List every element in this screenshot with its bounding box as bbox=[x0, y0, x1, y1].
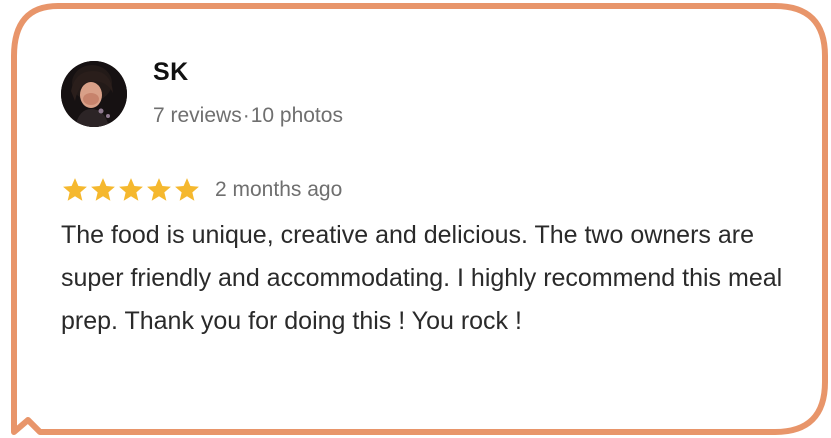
star-icon bbox=[147, 178, 171, 201]
review-card: SK 7 reviews·10 photos 2 months ago The … bbox=[0, 0, 831, 438]
reviewer-meta: 7 reviews·10 photos bbox=[153, 104, 343, 128]
star-rating bbox=[61, 176, 201, 204]
reviews-count: 7 reviews bbox=[153, 104, 242, 127]
star-icon bbox=[175, 178, 199, 201]
user-photo-icon bbox=[61, 61, 127, 127]
review-time-ago: 2 months ago bbox=[215, 178, 343, 201]
star-icon bbox=[119, 178, 143, 201]
avatar[interactable] bbox=[61, 61, 127, 127]
star-icon bbox=[63, 178, 87, 201]
photos-count: 10 photos bbox=[250, 104, 343, 127]
meta-separator: · bbox=[242, 104, 250, 127]
rating-row: 2 months ago bbox=[61, 174, 342, 206]
star-icon bbox=[91, 178, 115, 201]
review-text: The food is unique, creative and delicio… bbox=[61, 221, 783, 335]
reviewer-name[interactable]: SK bbox=[153, 58, 189, 87]
